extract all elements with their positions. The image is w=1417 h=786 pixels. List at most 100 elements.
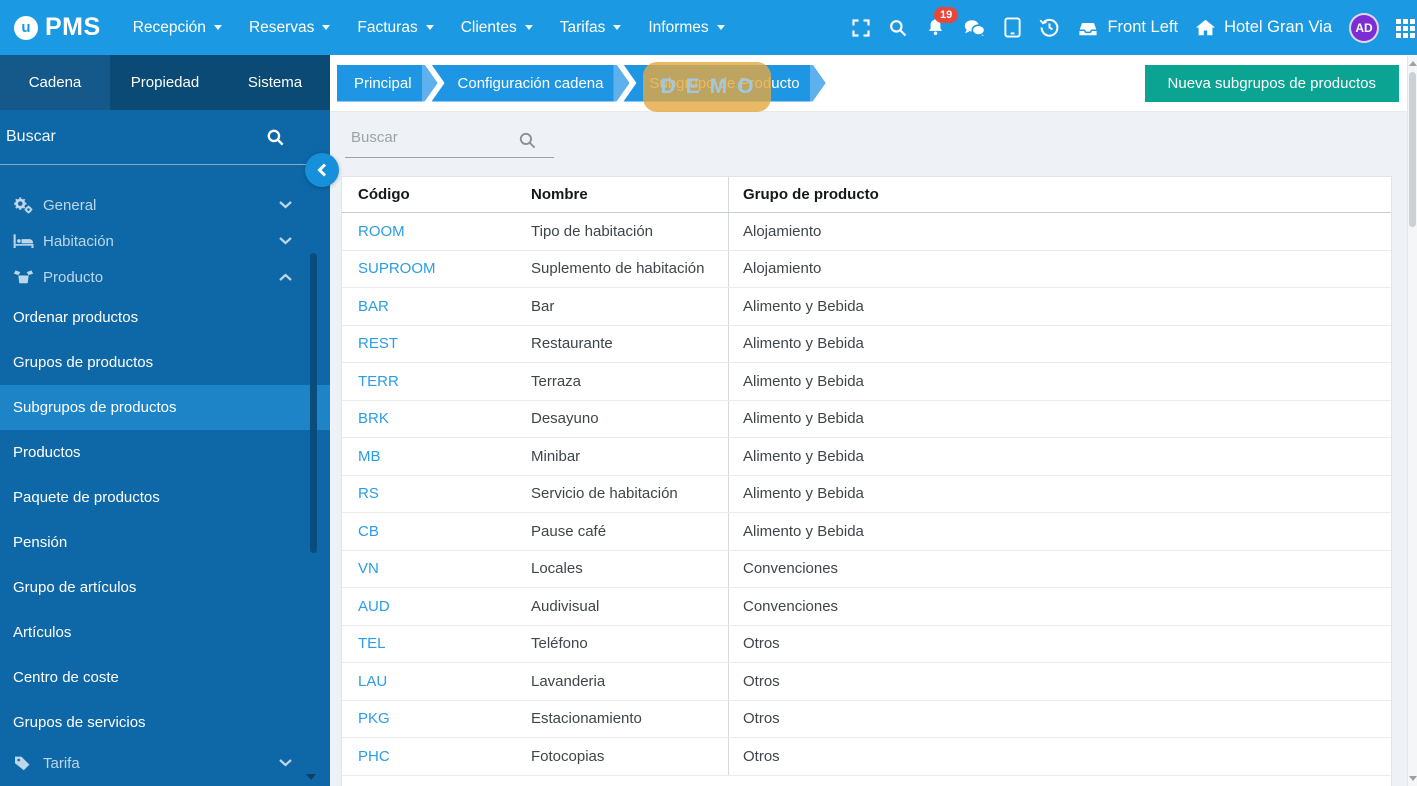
sidebar-item-centro-de-coste[interactable]: Centro de coste	[0, 655, 330, 700]
table-row[interactable]: AUD Audivisual Convenciones	[342, 588, 1391, 626]
table-row[interactable]: LAU Lavanderia Otros	[342, 663, 1391, 701]
row-group: Convenciones	[728, 588, 1391, 625]
scrollbar-down-arrow[interactable]	[1409, 776, 1417, 781]
table-row[interactable]: REST Restaurante Alimento y Bebida	[342, 325, 1391, 363]
sidebar-item-subgrupos-de-productos[interactable]: Subgrupos de productos	[0, 385, 330, 430]
row-name: Desayuno	[531, 410, 599, 428]
row-code-link[interactable]: LAU	[358, 673, 387, 690]
table-row[interactable]: VN Locales Convenciones	[342, 550, 1391, 588]
row-code-link[interactable]: ROOM	[358, 223, 405, 240]
chat-icon[interactable]	[963, 18, 986, 38]
fullscreen-icon[interactable]	[851, 18, 871, 38]
row-code-link[interactable]: RS	[358, 485, 379, 502]
table-row[interactable]: PHC Fotocopias Otros	[342, 738, 1391, 776]
table-row[interactable]: CB Pause café Alimento y Bebida	[342, 513, 1391, 551]
row-name: Teléfono	[531, 635, 588, 653]
row-code-link[interactable]: SUPROOM	[358, 260, 436, 277]
sidebar-item-ordenar-productos[interactable]: Ordenar productos	[0, 295, 330, 340]
sidebar-scrollbar-down-arrow[interactable]	[306, 774, 316, 780]
menu-clientes[interactable]: Clientes	[461, 19, 533, 37]
table-row[interactable]: TEL Teléfono Otros	[342, 625, 1391, 663]
table-row[interactable]: ROOM Tipo de habitación Alojamiento	[342, 213, 1391, 251]
home-icon	[1196, 19, 1216, 36]
app-logo[interactable]: u PMS	[14, 13, 101, 42]
property-selector[interactable]: Hotel Gran Via	[1195, 18, 1332, 37]
row-code-link[interactable]: PHC	[358, 748, 390, 765]
apps-grid-icon[interactable]	[1396, 17, 1417, 39]
notifications-bell-icon[interactable]: 19	[925, 7, 958, 38]
row-code-link[interactable]: TEL	[358, 635, 386, 652]
row-name: Bar	[531, 297, 555, 315]
column-header-grupo[interactable]: Grupo de producto	[728, 177, 1391, 212]
table-row[interactable]: PKG Estacionamiento Otros	[342, 700, 1391, 738]
table-row[interactable]: BAR Bar Alimento y Bebida	[342, 288, 1391, 326]
sidebar-section-producto[interactable]: Producto	[0, 259, 330, 295]
sidebar-item-grupos-de-servicios[interactable]: Grupos de servicios	[0, 700, 330, 745]
bed-icon	[10, 233, 36, 249]
history-icon[interactable]	[1039, 17, 1060, 38]
row-group: Convenciones	[728, 550, 1391, 587]
breadcrumb-configuracion-cadena[interactable]: Configuración cadena	[432, 65, 630, 102]
table-row[interactable]: BRK Desayuno Alimento y Bebida	[342, 400, 1391, 438]
sidebar-section-general[interactable]: General	[0, 187, 330, 223]
notification-badge: 19	[934, 7, 958, 24]
menu-reservas[interactable]: Reservas	[249, 19, 331, 37]
sidebar-section-habitacion[interactable]: Habitación	[0, 223, 330, 259]
sidebar-scrollbar-thumb[interactable]	[310, 253, 317, 553]
column-header-codigo[interactable]: Código	[342, 186, 531, 203]
breadcrumb-principal[interactable]: Principal	[337, 65, 438, 102]
menu-label: Recepción	[132, 18, 206, 36]
scrollbar-thumb[interactable]	[1409, 72, 1416, 227]
breadcrumb-label: Principal	[354, 74, 412, 92]
tab-sistema[interactable]: Sistema	[220, 55, 330, 110]
row-code-link[interactable]: REST	[358, 335, 398, 352]
table-header-row: Código Nombre Grupo de producto	[342, 177, 1391, 213]
section-label: Tarifa	[43, 754, 80, 772]
row-code-link[interactable]: AUD	[358, 598, 390, 615]
caret-down-icon	[613, 25, 622, 30]
sidebar-item-productos[interactable]: Productos	[0, 430, 330, 475]
row-code-link[interactable]: MB	[358, 448, 381, 465]
sidebar-item-articulos[interactable]: Artículos	[0, 610, 330, 655]
menu-facturas[interactable]: Facturas	[357, 19, 434, 37]
row-code-link[interactable]: PKG	[358, 710, 390, 727]
sidebar-item-grupo-de-articulos[interactable]: Grupo de artículos	[0, 565, 330, 610]
chevron-down-icon	[279, 196, 292, 214]
new-subgroup-button[interactable]: Nueva subgrupos de productos	[1144, 64, 1399, 102]
user-avatar[interactable]: AD	[1349, 12, 1379, 43]
menu-informes[interactable]: Informes	[648, 19, 725, 37]
tab-cadena[interactable]: Cadena	[0, 55, 110, 110]
table-row[interactable]: RS Servicio de habitación Alimento y Bebid…	[342, 475, 1391, 513]
sidebar-section-tarifa[interactable]: Tarifa	[0, 745, 330, 781]
table-row[interactable]: TERR Terraza Alimento y Bebida	[342, 363, 1391, 401]
row-code-link[interactable]: BAR	[358, 298, 389, 315]
breadcrumb-subgrupo-de-producto[interactable]: Subgrupo de Producto	[623, 65, 825, 102]
sidebar-collapse-button[interactable]	[305, 153, 339, 187]
tab-propiedad[interactable]: Propiedad	[110, 55, 220, 110]
row-code-link[interactable]: VN	[358, 560, 379, 577]
subgroups-table: Código Nombre Grupo de producto ROOM Tipo…	[341, 176, 1392, 786]
table-row[interactable]: SUPROOM Suplemento de habitación Alojamien…	[342, 250, 1391, 288]
sidebar-item-paquete-de-productos[interactable]: Paquete de productos	[0, 475, 330, 520]
sidebar-search-input[interactable]	[6, 128, 266, 146]
column-header-nombre[interactable]: Nombre	[531, 186, 728, 203]
menu-tarifas[interactable]: Tarifas	[560, 19, 622, 37]
property-label: Hotel Gran Via	[1224, 18, 1332, 36]
sidebar-item-grupos-de-productos[interactable]: Grupos de productos	[0, 340, 330, 385]
row-code-link[interactable]: CB	[358, 523, 379, 540]
section-label: General	[43, 196, 97, 214]
search-icon[interactable]	[888, 18, 908, 38]
row-code-link[interactable]: TERR	[358, 373, 399, 390]
row-code-link[interactable]: BRK	[358, 410, 389, 427]
workstation-selector[interactable]: Front Left	[1077, 18, 1178, 37]
page-scrollbar[interactable]	[1407, 56, 1417, 786]
menu-recepcion[interactable]: Recepción	[133, 19, 222, 37]
table-row[interactable]: MB Minibar Alimento y Bebida	[342, 438, 1391, 476]
sidebar-item-pension[interactable]: Pensión	[0, 520, 330, 565]
tablet-icon[interactable]	[1003, 17, 1022, 38]
logo-circle-icon: u	[14, 15, 38, 40]
search-icon[interactable]	[266, 128, 285, 147]
scrollbar-up-arrow[interactable]	[1409, 61, 1417, 66]
main-menu: Recepción Reservas Facturas Clientes Tar…	[133, 19, 725, 37]
search-icon	[519, 132, 536, 149]
